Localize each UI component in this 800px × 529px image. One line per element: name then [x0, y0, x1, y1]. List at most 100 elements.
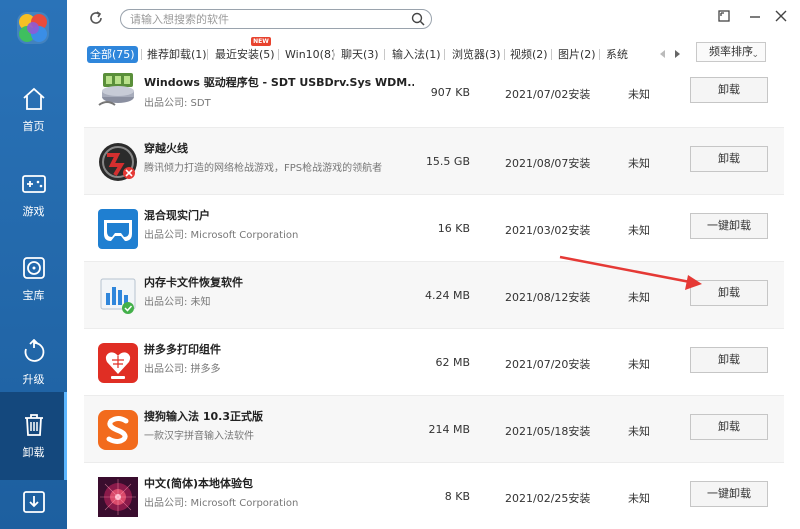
tab-divider — [207, 49, 208, 60]
upgrade-icon — [24, 339, 44, 362]
uninstall-button[interactable]: 卸载 — [690, 146, 768, 172]
list-item[interactable]: 混合现实门户 出品公司: Microsoft Corporation 16 KB… — [84, 195, 784, 262]
install-date: 2021/02/25安装 — [505, 492, 591, 505]
list-item[interactable]: 拼多多打印组件 出品公司: 拼多多 62 MB 2021/07/20安装 未知 … — [84, 329, 784, 396]
tab-video[interactable]: 视频(2) — [510, 46, 548, 63]
install-date: 2021/07/02安装 — [505, 88, 591, 101]
app-name: 穿越火线 — [144, 142, 188, 155]
sort-dropdown[interactable]: 频率排序 ⌄ — [696, 42, 766, 62]
close-icon[interactable] — [774, 9, 788, 23]
usage-status: 未知 — [628, 358, 650, 371]
app-size: 8 KB — [444, 490, 470, 503]
tab-browser[interactable]: 浏览器(3) — [452, 46, 501, 63]
app-logo-icon — [17, 12, 49, 44]
chevron-down-icon: ⌄ — [751, 50, 759, 60]
sidebar-item-treasury[interactable]: 宝库 — [0, 238, 67, 320]
search-input[interactable] — [130, 11, 400, 27]
app-name: 搜狗输入法 10.3正式版 — [144, 410, 263, 423]
tab-win10[interactable]: Win10(8) — [285, 46, 335, 63]
tab-divider — [599, 49, 600, 60]
top-bar — [67, 0, 800, 38]
uninstall-button[interactable]: 卸载 — [690, 414, 768, 440]
mixed-reality-icon — [98, 209, 138, 249]
crossfire-icon — [99, 143, 137, 181]
sidebar-item-label: 升级 — [22, 373, 45, 386]
list-item[interactable]: Windows 驱动程序包 - SDT USBDrv.Sys WDM... 出品… — [84, 70, 784, 128]
list-item[interactable]: 搜狗输入法 10.3正式版 一款汉字拼音输入法软件 214 MB 2021/05… — [84, 396, 784, 463]
sidebar-item-label: 游戏 — [22, 205, 45, 218]
home-icon — [22, 87, 45, 110]
uninstall-button[interactable]: 卸载 — [690, 280, 768, 306]
usage-status: 未知 — [628, 492, 650, 505]
usage-status: 未知 — [628, 88, 650, 101]
app-size: 214 MB — [428, 423, 470, 436]
tab-recommended[interactable]: 推荐卸载(1) — [147, 46, 207, 63]
tab-divider — [444, 49, 445, 60]
tab-divider — [504, 49, 505, 60]
scrollbar[interactable] — [786, 70, 794, 529]
one-click-uninstall-button[interactable]: 一键卸载 — [690, 213, 768, 239]
tab-all[interactable]: 全部(75) — [87, 46, 138, 63]
category-tabs: 全部(75) 推荐卸载(1) 最近安装(5) NEW Win10(8) 聊天(3… — [67, 37, 800, 70]
sogou-icon — [98, 410, 138, 450]
app-size: 16 KB — [437, 222, 470, 235]
sidebar-item-download[interactable] — [0, 480, 67, 529]
app-name: 混合现实门户 — [144, 209, 210, 222]
sidebar-item-label: 宝库 — [22, 289, 45, 302]
install-date: 2021/08/12安装 — [505, 291, 591, 304]
sort-label: 频率排序 — [709, 45, 753, 58]
app-publisher: 出品公司: Microsoft Corporation — [144, 498, 299, 509]
tab-input-method[interactable]: 输入法(1) — [392, 46, 441, 63]
install-date: 2021/07/20安装 — [505, 358, 591, 371]
list-item[interactable]: 中文(简体)本地体验包 出品公司: Microsoft Corporation … — [84, 463, 784, 529]
tab-system[interactable]: 系统 — [606, 46, 628, 63]
sidebar-item-label: 首页 — [22, 120, 45, 133]
tabs-scroll-right-icon[interactable] — [675, 50, 680, 58]
app-publisher: 出品公司: 未知 — [144, 297, 211, 308]
app-size: 15.5 GB — [425, 155, 470, 168]
app-window: 首页 游戏 宝库 升级 卸载 请输入想搜索的软件 全部(75) 推荐卸载(1) … — [0, 0, 800, 529]
tab-divider — [278, 49, 279, 60]
new-badge: NEW — [251, 37, 271, 46]
app-publisher: 出品公司: Microsoft Corporation — [144, 230, 299, 241]
disc-icon — [22, 257, 45, 279]
fullscreen-icon[interactable] — [717, 9, 731, 23]
install-date: 2021/08/07安装 — [505, 157, 591, 170]
app-name: 中文(简体)本地体验包 — [144, 477, 254, 490]
app-name: Windows 驱动程序包 - SDT USBDrv.Sys WDM... — [144, 76, 414, 89]
list-item[interactable]: 穿越火线 腾讯倾力打造的网络枪战游戏，FPS枪战游戏的领航者 15.5 GB 2… — [84, 128, 784, 195]
language-pack-icon — [98, 477, 138, 517]
usage-status: 未知 — [628, 425, 650, 438]
install-date: 2021/05/18安装 — [505, 425, 591, 438]
sidebar-item-uninstall[interactable]: 卸载 — [0, 392, 67, 480]
list-item[interactable]: 内存卡文件恢复软件 出品公司: 未知 4.24 MB 2021/08/12安装 … — [84, 262, 784, 329]
driver-package-icon — [98, 73, 134, 106]
download-icon — [22, 490, 45, 513]
gamepad-icon — [21, 175, 46, 193]
trash-icon — [24, 414, 43, 436]
sidebar-item-home[interactable]: 首页 — [0, 69, 67, 151]
tabs-scroll-left-icon[interactable] — [660, 50, 665, 58]
search-box — [120, 9, 432, 29]
uninstall-button[interactable]: 卸载 — [690, 347, 768, 373]
tab-recent[interactable]: 最近安装(5) — [215, 46, 275, 63]
one-click-uninstall-button[interactable]: 一键卸载 — [690, 481, 768, 507]
recovery-icon — [100, 278, 136, 314]
search-icon[interactable] — [411, 12, 425, 26]
app-name: 内存卡文件恢复软件 — [144, 276, 243, 289]
app-publisher: 一款汉字拼音输入法软件 — [144, 431, 254, 442]
uninstall-button[interactable]: 卸载 — [690, 77, 768, 103]
tab-chat[interactable]: 聊天(3) — [341, 46, 379, 63]
usage-status: 未知 — [628, 157, 650, 170]
tab-divider — [333, 49, 334, 60]
usage-status: 未知 — [628, 291, 650, 304]
refresh-icon[interactable] — [88, 10, 104, 26]
app-publisher: 腾讯倾力打造的网络枪战游戏，FPS枪战游戏的领航者 — [144, 163, 383, 174]
sidebar-item-label: 卸载 — [22, 446, 45, 459]
minimize-icon[interactable] — [748, 9, 762, 23]
sidebar-item-games[interactable]: 游戏 — [0, 154, 67, 236]
tab-divider — [551, 49, 552, 60]
software-list: Windows 驱动程序包 - SDT USBDrv.Sys WDM... 出品… — [84, 70, 784, 529]
tab-image[interactable]: 图片(2) — [558, 46, 596, 63]
tab-divider — [141, 49, 142, 60]
